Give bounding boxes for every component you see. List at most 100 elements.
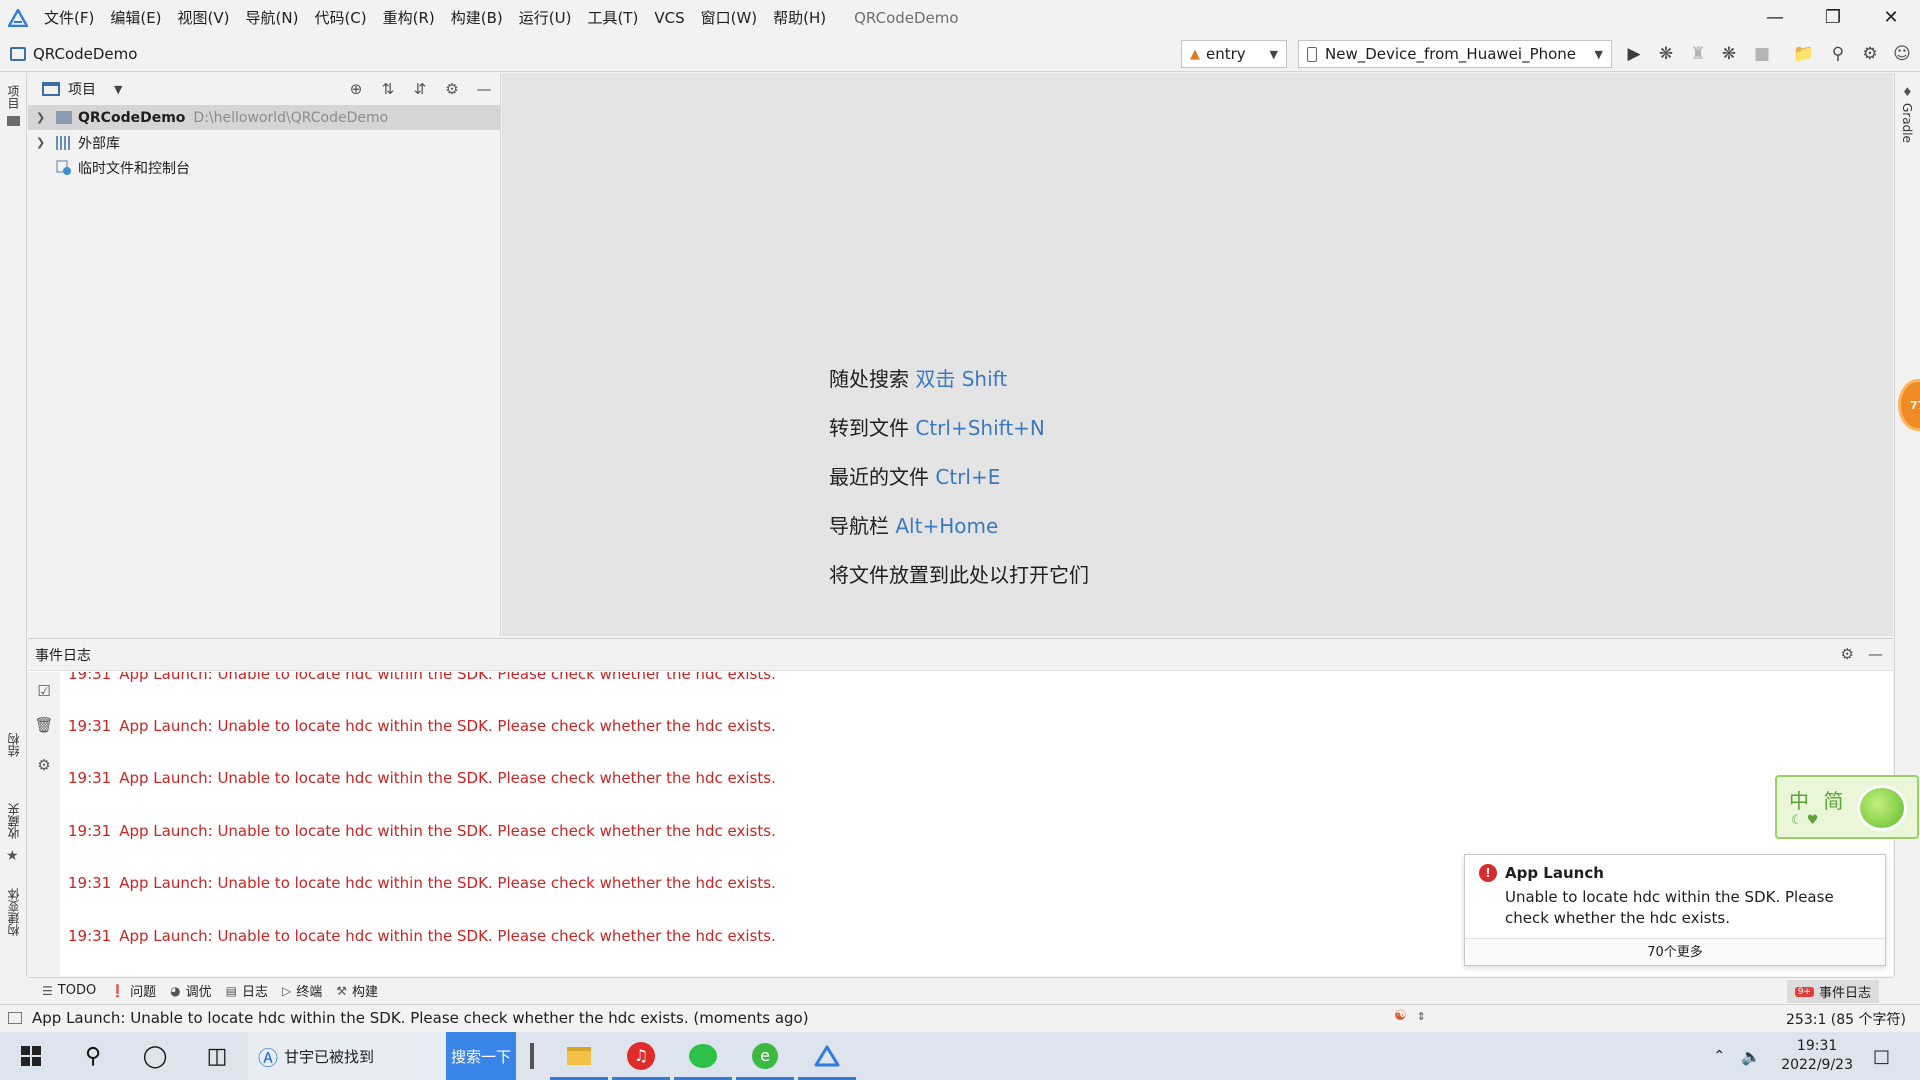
restore-button[interactable]: ❐ — [1804, 0, 1862, 35]
close-button[interactable]: ✕ — [1862, 0, 1920, 35]
notification-balloon[interactable]: ! App Launch Unable to locate hdc within… — [1464, 854, 1886, 966]
toggle-tool-windows-icon[interactable] — [8, 1012, 22, 1024]
cortana-icon[interactable]: ◯ — [124, 1032, 186, 1080]
debug-icon[interactable]: ❋ — [1656, 44, 1676, 64]
collapse-all-icon[interactable]: ⇵ — [410, 79, 430, 99]
chevron-right-icon[interactable]: ❯ — [36, 136, 50, 149]
netease-music-icon[interactable]: ♫ — [610, 1032, 672, 1080]
menu-help[interactable]: 帮助(H) — [765, 7, 834, 28]
deveco-studio-icon[interactable] — [796, 1032, 858, 1080]
hide-log-icon[interactable]: — — [1868, 645, 1883, 663]
menu-tools[interactable]: 工具(T) — [579, 7, 646, 28]
locate-file-icon[interactable]: ⊕ — [346, 79, 366, 99]
chevron-down-icon: ▼ — [1269, 47, 1278, 61]
log-entry[interactable]: 19:31 App Launch: Unable to locate hdc wi… — [68, 927, 776, 945]
start-button[interactable] — [0, 1032, 62, 1080]
menu-vcs[interactable]: VCS — [646, 9, 692, 27]
menu-code[interactable]: 代码(C) — [306, 7, 374, 28]
log-entry[interactable]: 19:31 App Launch: Unable to locate hdc wi… — [68, 822, 776, 840]
tab-problems[interactable]: ❗ 问题 — [110, 981, 156, 1001]
browser-search-box[interactable]: Ⓐ 甘宇已被找到 — [248, 1032, 446, 1080]
tab-build-variants[interactable]: 构建变体 — [5, 888, 22, 936]
notification-text: Unable to locate hdc within the SDK. Ple… — [1505, 888, 1834, 927]
gradle-elephant-icon: ♦ — [1902, 85, 1913, 99]
caret-position[interactable]: 253:1 (85 个字符) — [1786, 1009, 1906, 1029]
chevron-up-icon[interactable]: ⌃ — [1714, 1048, 1726, 1064]
search-icon[interactable]: ⚲ — [1828, 44, 1848, 64]
run-icon[interactable]: ▶ — [1624, 44, 1644, 64]
tab-build[interactable]: ⚒ 构建 — [336, 981, 378, 1001]
device-select[interactable]: New_Device_from_Huawei_Phone ▼ — [1298, 40, 1612, 68]
stop-icon[interactable]: ■ — [1752, 44, 1772, 64]
tree-item-scratches[interactable]: 临时文件和控制台 — [28, 155, 500, 180]
menu-edit[interactable]: 编辑(E) — [102, 7, 169, 28]
log-entry[interactable]: 19:31 App Launch: Unable to locate hdc wi… — [68, 769, 776, 787]
tab-terminal[interactable]: ▷ 终端 — [282, 981, 322, 1001]
search-query: 甘宇已被找到 — [284, 1047, 375, 1066]
tab-profiler[interactable]: ◕ 调优 — [170, 981, 212, 1001]
coverage-icon[interactable]: ♜ — [1688, 44, 1708, 64]
run-configuration-select[interactable]: ▲ entry ▼ — [1181, 40, 1287, 68]
tree-item-label: 临时文件和控制台 — [78, 160, 190, 177]
file-explorer-icon[interactable] — [548, 1032, 610, 1080]
tree-item-external-libraries[interactable]: ❯ 外部库 — [28, 130, 500, 155]
breadcrumb[interactable]: QRCodeDemo — [10, 45, 137, 63]
browser-icon[interactable]: e — [734, 1032, 796, 1080]
ime-toolbar[interactable]: 中 简 ☾ ♥ — [1775, 775, 1919, 839]
phone-icon — [1307, 46, 1317, 62]
chevron-up-down-icon[interactable]: ⇕ — [1417, 1010, 1426, 1023]
hide-panel-icon[interactable]: — — [474, 79, 494, 99]
settings-gear-icon[interactable]: ⚙ — [1860, 44, 1880, 64]
status-message[interactable]: App Launch: Unable to locate hdc within … — [32, 1009, 809, 1027]
tab-project[interactable]: 项目 — [5, 85, 22, 109]
notification-center-icon[interactable]: □ — [1873, 1046, 1890, 1067]
star-icon: ★ — [6, 848, 19, 864]
minimize-button[interactable]: — — [1746, 0, 1804, 35]
expand-all-icon[interactable]: ⇅ — [378, 79, 398, 99]
tab-favorites[interactable]: 收藏夹 — [5, 803, 22, 839]
sogou-ime-icon[interactable]: ☯ — [1394, 1008, 1407, 1024]
module-icon: ▲ — [1190, 46, 1200, 62]
attach-debugger-icon[interactable]: ❋ — [1719, 44, 1739, 64]
system-clock[interactable]: 19:31 2022/9/23 — [1781, 1037, 1853, 1075]
log-settings-gear-icon[interactable]: ⚙ — [1841, 645, 1854, 663]
log-entry[interactable]: 19:31 App Launch: Unable to locate hdc wi… — [68, 717, 776, 735]
tree-item-project-root[interactable]: ❯ QRCodeDemo D:\helloworld\QRCodeDemo — [28, 105, 500, 130]
menu-navigate[interactable]: 导航(N) — [238, 7, 307, 28]
tab-event-log[interactable]: 9+ 事件日志 — [1786, 980, 1879, 1003]
log-entry[interactable]: 19:31 App Launch: Unable to locate hdc wi… — [68, 672, 776, 683]
chevron-down-icon[interactable]: ▼ — [114, 83, 122, 96]
tree-item-path: D:\helloworld\QRCodeDemo — [193, 109, 389, 126]
tab-log[interactable]: ▤ 日志 — [226, 981, 268, 1001]
menu-window[interactable]: 窗口(W) — [693, 7, 766, 28]
log-entry[interactable]: 19:31 App Launch: Unable to locate hdc wi… — [68, 874, 776, 892]
settings-icon[interactable]: ⚙ — [35, 756, 53, 774]
tab-structure[interactable]: 结构 — [5, 733, 22, 757]
volume-icon[interactable]: 🔈 — [1741, 1047, 1761, 1066]
mark-all-read-icon[interactable]: ☑ — [35, 682, 53, 700]
editor-area[interactable] — [502, 73, 1893, 636]
editor-hints: 随处搜索 双击 Shift 转到文件 Ctrl+Shift+N 最近的文件 Ct… — [829, 360, 1089, 605]
task-view-icon[interactable]: ◫ — [186, 1032, 248, 1080]
trash-icon[interactable]: 🗑 — [34, 716, 53, 734]
notification-more-link[interactable]: 70个更多 — [1465, 938, 1885, 965]
project-view-label[interactable]: 项目 — [68, 79, 96, 99]
search-icon[interactable]: ⚲ — [62, 1032, 124, 1080]
menu-file[interactable]: 文件(F) — [36, 7, 102, 28]
project-structure-icon[interactable]: 📁 — [1793, 44, 1814, 64]
menu-refactor[interactable]: 重构(R) — [375, 7, 443, 28]
panel-settings-gear-icon[interactable]: ⚙ — [442, 79, 462, 99]
tab-gradle[interactable]: Gradle — [1900, 103, 1914, 143]
tab-todo[interactable]: ☰ TODO — [42, 983, 96, 998]
menu-run[interactable]: 运行(U) — [511, 7, 580, 28]
menu-view[interactable]: 视图(V) — [170, 7, 238, 28]
chevron-right-icon[interactable]: ❯ — [36, 111, 50, 124]
wechat-icon[interactable] — [672, 1032, 734, 1080]
search-submit-button[interactable]: 搜索一下 — [446, 1032, 516, 1080]
hint-recent-files: 最近的文件 Ctrl+E — [829, 465, 1001, 489]
account-icon[interactable]: ☺ — [1892, 44, 1912, 64]
module-folder-icon — [56, 111, 72, 124]
ime-mode-label[interactable]: 中 简 — [1789, 785, 1847, 814]
breadcrumb-project[interactable]: QRCodeDemo — [33, 45, 137, 63]
menu-build[interactable]: 构建(B) — [443, 7, 511, 28]
